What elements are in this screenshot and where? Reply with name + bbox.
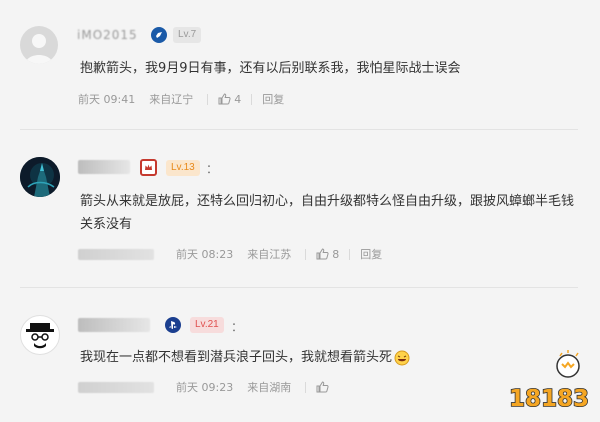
comment-time: 前天 09:41 xyxy=(78,93,136,106)
comment-meta: 前天 08:23 来自江苏 8 回复 xyxy=(78,246,382,262)
divider xyxy=(305,381,307,393)
user-avatar[interactable] xyxy=(20,315,60,355)
username[interactable] xyxy=(78,160,130,174)
thumbs-up-icon xyxy=(316,248,329,260)
comment-divider xyxy=(20,129,578,130)
comment-text: 抱歉箭头，我9月9日有事，还有以后别联系我，我怕星际战士误会 xyxy=(80,61,461,76)
avatar-image xyxy=(26,323,54,349)
divider xyxy=(251,93,253,105)
like-button[interactable]: 8 xyxy=(316,248,339,261)
avatar-placeholder-icon xyxy=(25,34,53,64)
divider xyxy=(349,248,351,260)
username[interactable] xyxy=(78,318,150,332)
comment-meta: 前天 09:23 来自湖南 xyxy=(78,379,342,395)
comment-location: 来自湖南 xyxy=(247,381,292,394)
level-badge: Lv.13 xyxy=(166,160,200,176)
like-button[interactable] xyxy=(316,381,332,393)
blurred-text xyxy=(78,248,154,260)
colon: ： xyxy=(231,320,244,334)
comment-time: 前天 08:23 xyxy=(176,248,234,261)
username[interactable]: iMO2015 xyxy=(77,28,138,42)
thumbs-up-icon xyxy=(316,381,329,393)
laughing-emoji-icon xyxy=(394,350,410,365)
comment-meta: 前天 09:41 来自辽宁 4 回复 xyxy=(78,91,284,107)
comment-divider xyxy=(20,287,578,288)
divider xyxy=(207,93,209,105)
18183-logo-icon: 18183 xyxy=(508,350,590,413)
playstation-badge-icon xyxy=(165,317,181,333)
thumbs-up-icon xyxy=(218,93,231,105)
user-avatar[interactable] xyxy=(20,26,58,64)
watermark-text: 18183 xyxy=(509,386,589,412)
comment-location: 来自辽宁 xyxy=(149,93,194,106)
watermark-logo: 18183 xyxy=(508,350,590,414)
comment-location: 来自江苏 xyxy=(247,248,292,261)
colon: ： xyxy=(206,162,219,176)
comment-text: 箭头从来就是放屁，还特么回归初心，自由升级都特么怪自由升级，跟披风蟑螂半毛钱关系… xyxy=(80,194,575,232)
like-count: 4 xyxy=(234,92,242,106)
verified-badge-icon xyxy=(151,27,167,43)
like-count: 8 xyxy=(332,247,340,261)
level-badge: Lv.21 xyxy=(190,317,224,333)
reply-button[interactable]: 回复 xyxy=(360,246,382,262)
comment-text-content: 我现在一点都不想看到潜兵浪子回头，我就想看箭头死 xyxy=(80,350,393,365)
user-avatar[interactable] xyxy=(20,157,60,197)
like-button[interactable]: 4 xyxy=(218,93,241,106)
comment-text: 我现在一点都不想看到潜兵浪子回头，我就想看箭头死 xyxy=(80,346,540,369)
blurred-text xyxy=(78,381,154,393)
level-badge: Lv.7 xyxy=(173,27,202,43)
avatar-image xyxy=(20,157,60,197)
comment-time: 前天 09:23 xyxy=(176,381,234,394)
crown-badge-icon xyxy=(140,159,157,176)
reply-button[interactable]: 回复 xyxy=(262,91,284,107)
divider xyxy=(305,248,307,260)
